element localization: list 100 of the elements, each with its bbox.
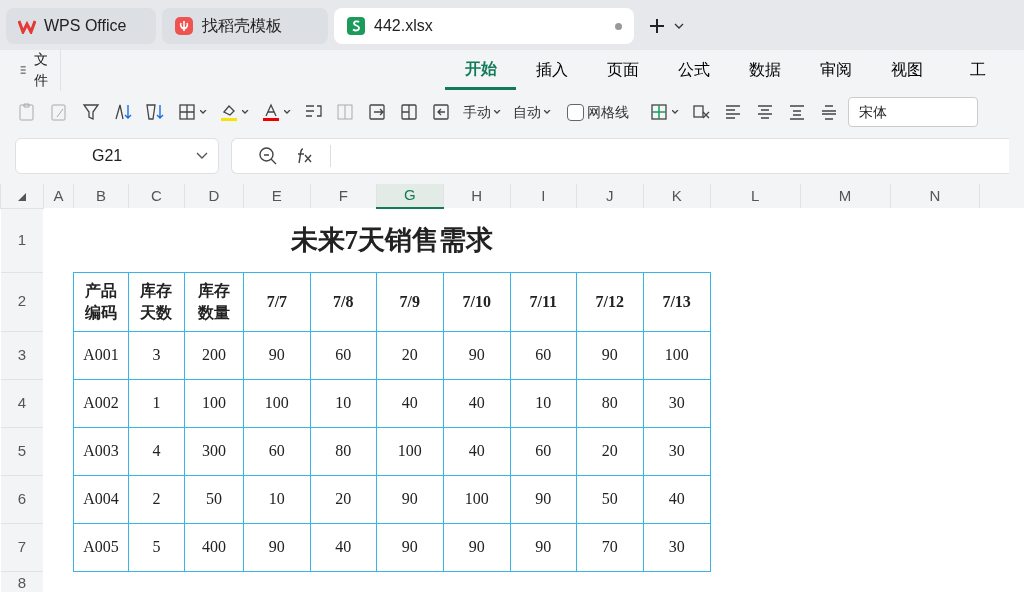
app-tab[interactable]: 找稻壳模板 <box>162 8 328 44</box>
ribbon-tab[interactable]: 开始 <box>445 50 516 90</box>
chevron-icon <box>196 152 208 160</box>
row-header[interactable]: 6 <box>0 475 44 523</box>
unsaved-dot <box>615 22 622 30</box>
table-cell: 40 <box>310 523 377 571</box>
app-tab[interactable]: WPS Office <box>6 8 156 44</box>
app-tab[interactable]: 442.xlsx <box>334 8 634 44</box>
table-header-cell: 7/11 <box>510 272 577 331</box>
table-cell: 60 <box>510 427 577 475</box>
column-header[interactable]: C <box>128 184 185 208</box>
column-header[interactable]: N <box>890 184 980 208</box>
docer-logo-icon <box>174 16 194 36</box>
table-cell: 3 <box>128 331 185 379</box>
paste-format-icon <box>49 102 69 122</box>
row-header[interactable]: 5 <box>0 427 44 475</box>
row-header[interactable]: 1 <box>0 208 44 272</box>
table-cell: A001 <box>73 331 129 379</box>
table-cell: 60 <box>243 427 311 475</box>
paste-values-icon <box>17 102 37 122</box>
table-cell: 100 <box>643 331 711 379</box>
ribbon-tab[interactable]: 工 <box>942 50 1013 90</box>
font-field[interactable]: 宋体 <box>848 97 978 127</box>
table-cell: 200 <box>184 331 244 379</box>
column-header[interactable]: L <box>710 184 801 208</box>
chevron-icon <box>674 23 684 31</box>
table-header-cell: 7/10 <box>443 272 511 331</box>
column-header[interactable]: I <box>510 184 577 208</box>
sort-ascending-icon <box>113 102 133 122</box>
table-cell: 10 <box>243 475 311 523</box>
table-cell: 50 <box>184 475 244 523</box>
menu-icon[interactable] <box>20 63 27 77</box>
row-header[interactable]: 7 <box>0 523 44 571</box>
name-box[interactable]: G21 <box>15 138 219 174</box>
column-header[interactable]: G <box>376 184 444 208</box>
align-top-icon <box>787 102 807 122</box>
ribbon-tab[interactable]: 数据 <box>729 50 800 90</box>
column-header[interactable]: H <box>443 184 511 208</box>
ribbon-tab[interactable]: 插入 <box>516 50 587 90</box>
column-header[interactable]: A <box>43 184 74 208</box>
row-header[interactable]: 8 <box>0 571 44 592</box>
table-cell: 50 <box>576 475 644 523</box>
ribbon-tab[interactable]: 视图 <box>871 50 942 90</box>
table-cell: 20 <box>576 427 644 475</box>
table-cell: 20 <box>310 475 377 523</box>
column-header[interactable]: B <box>73 184 129 208</box>
align-left-icon <box>723 102 743 122</box>
table-cell: 90 <box>376 475 444 523</box>
table-header-cell: 7/12 <box>576 272 644 331</box>
row-height-dropdown[interactable]: 手动 <box>460 99 504 125</box>
spreadsheet-icon <box>346 16 366 36</box>
column-width-dropdown[interactable]: 自动 <box>510 99 554 125</box>
table-cell: 80 <box>576 379 644 427</box>
row-header[interactable]: 3 <box>0 331 44 379</box>
column-header[interactable]: J <box>576 184 644 208</box>
column-header[interactable]: F <box>310 184 377 208</box>
ribbon-tab[interactable]: 公式 <box>658 50 729 90</box>
file-menu[interactable]: 文件 <box>34 49 52 91</box>
row-header[interactable]: 2 <box>0 272 44 331</box>
table-cell: A002 <box>73 379 129 427</box>
font-color-icon <box>261 102 281 122</box>
column-header[interactable]: D <box>184 184 244 208</box>
table-cell: 40 <box>376 379 444 427</box>
select-all-icon <box>18 192 26 201</box>
row-header[interactable]: 4 <box>0 379 44 427</box>
gridlines-checkbox[interactable]: 网格线 <box>564 99 632 125</box>
wps-logo-icon <box>18 18 36 34</box>
caret-icon <box>494 110 501 114</box>
ribbon-tab[interactable]: 审阅 <box>800 50 871 90</box>
table-cell: 30 <box>643 379 711 427</box>
table-cell: 10 <box>310 379 377 427</box>
table-cell: 40 <box>443 427 511 475</box>
table-cell: 30 <box>643 523 711 571</box>
table-header-cell: 7/9 <box>376 272 444 331</box>
indent-icon <box>431 102 451 122</box>
row-height-icon <box>367 102 387 122</box>
table-cell: 40 <box>443 379 511 427</box>
column-header[interactable]: E <box>243 184 311 208</box>
table-cell: 90 <box>510 475 577 523</box>
caret-icon <box>200 110 207 114</box>
column-header[interactable]: M <box>800 184 890 208</box>
sheet-title: 未来7天销售需求 <box>73 208 711 272</box>
caret-icon <box>544 110 551 114</box>
cell-style-icon <box>649 102 669 122</box>
zoom-icon <box>258 146 278 166</box>
table-cell: 5 <box>128 523 185 571</box>
caret-icon <box>284 110 291 114</box>
column-header[interactable]: K <box>643 184 711 208</box>
table-cell: 80 <box>310 427 377 475</box>
table-cell: 70 <box>576 523 644 571</box>
table-header-cell: 7/13 <box>643 272 711 331</box>
table-cell: 100 <box>376 427 444 475</box>
filter-icon <box>81 102 101 122</box>
table-cell: 400 <box>184 523 244 571</box>
table-cell: 90 <box>443 331 511 379</box>
ribbon-tab[interactable]: 页面 <box>587 50 658 90</box>
table-cell: 60 <box>510 331 577 379</box>
table-header-cell: 7/8 <box>310 272 377 331</box>
formula-field[interactable] <box>231 138 1009 174</box>
sort-descending-icon <box>145 102 165 122</box>
